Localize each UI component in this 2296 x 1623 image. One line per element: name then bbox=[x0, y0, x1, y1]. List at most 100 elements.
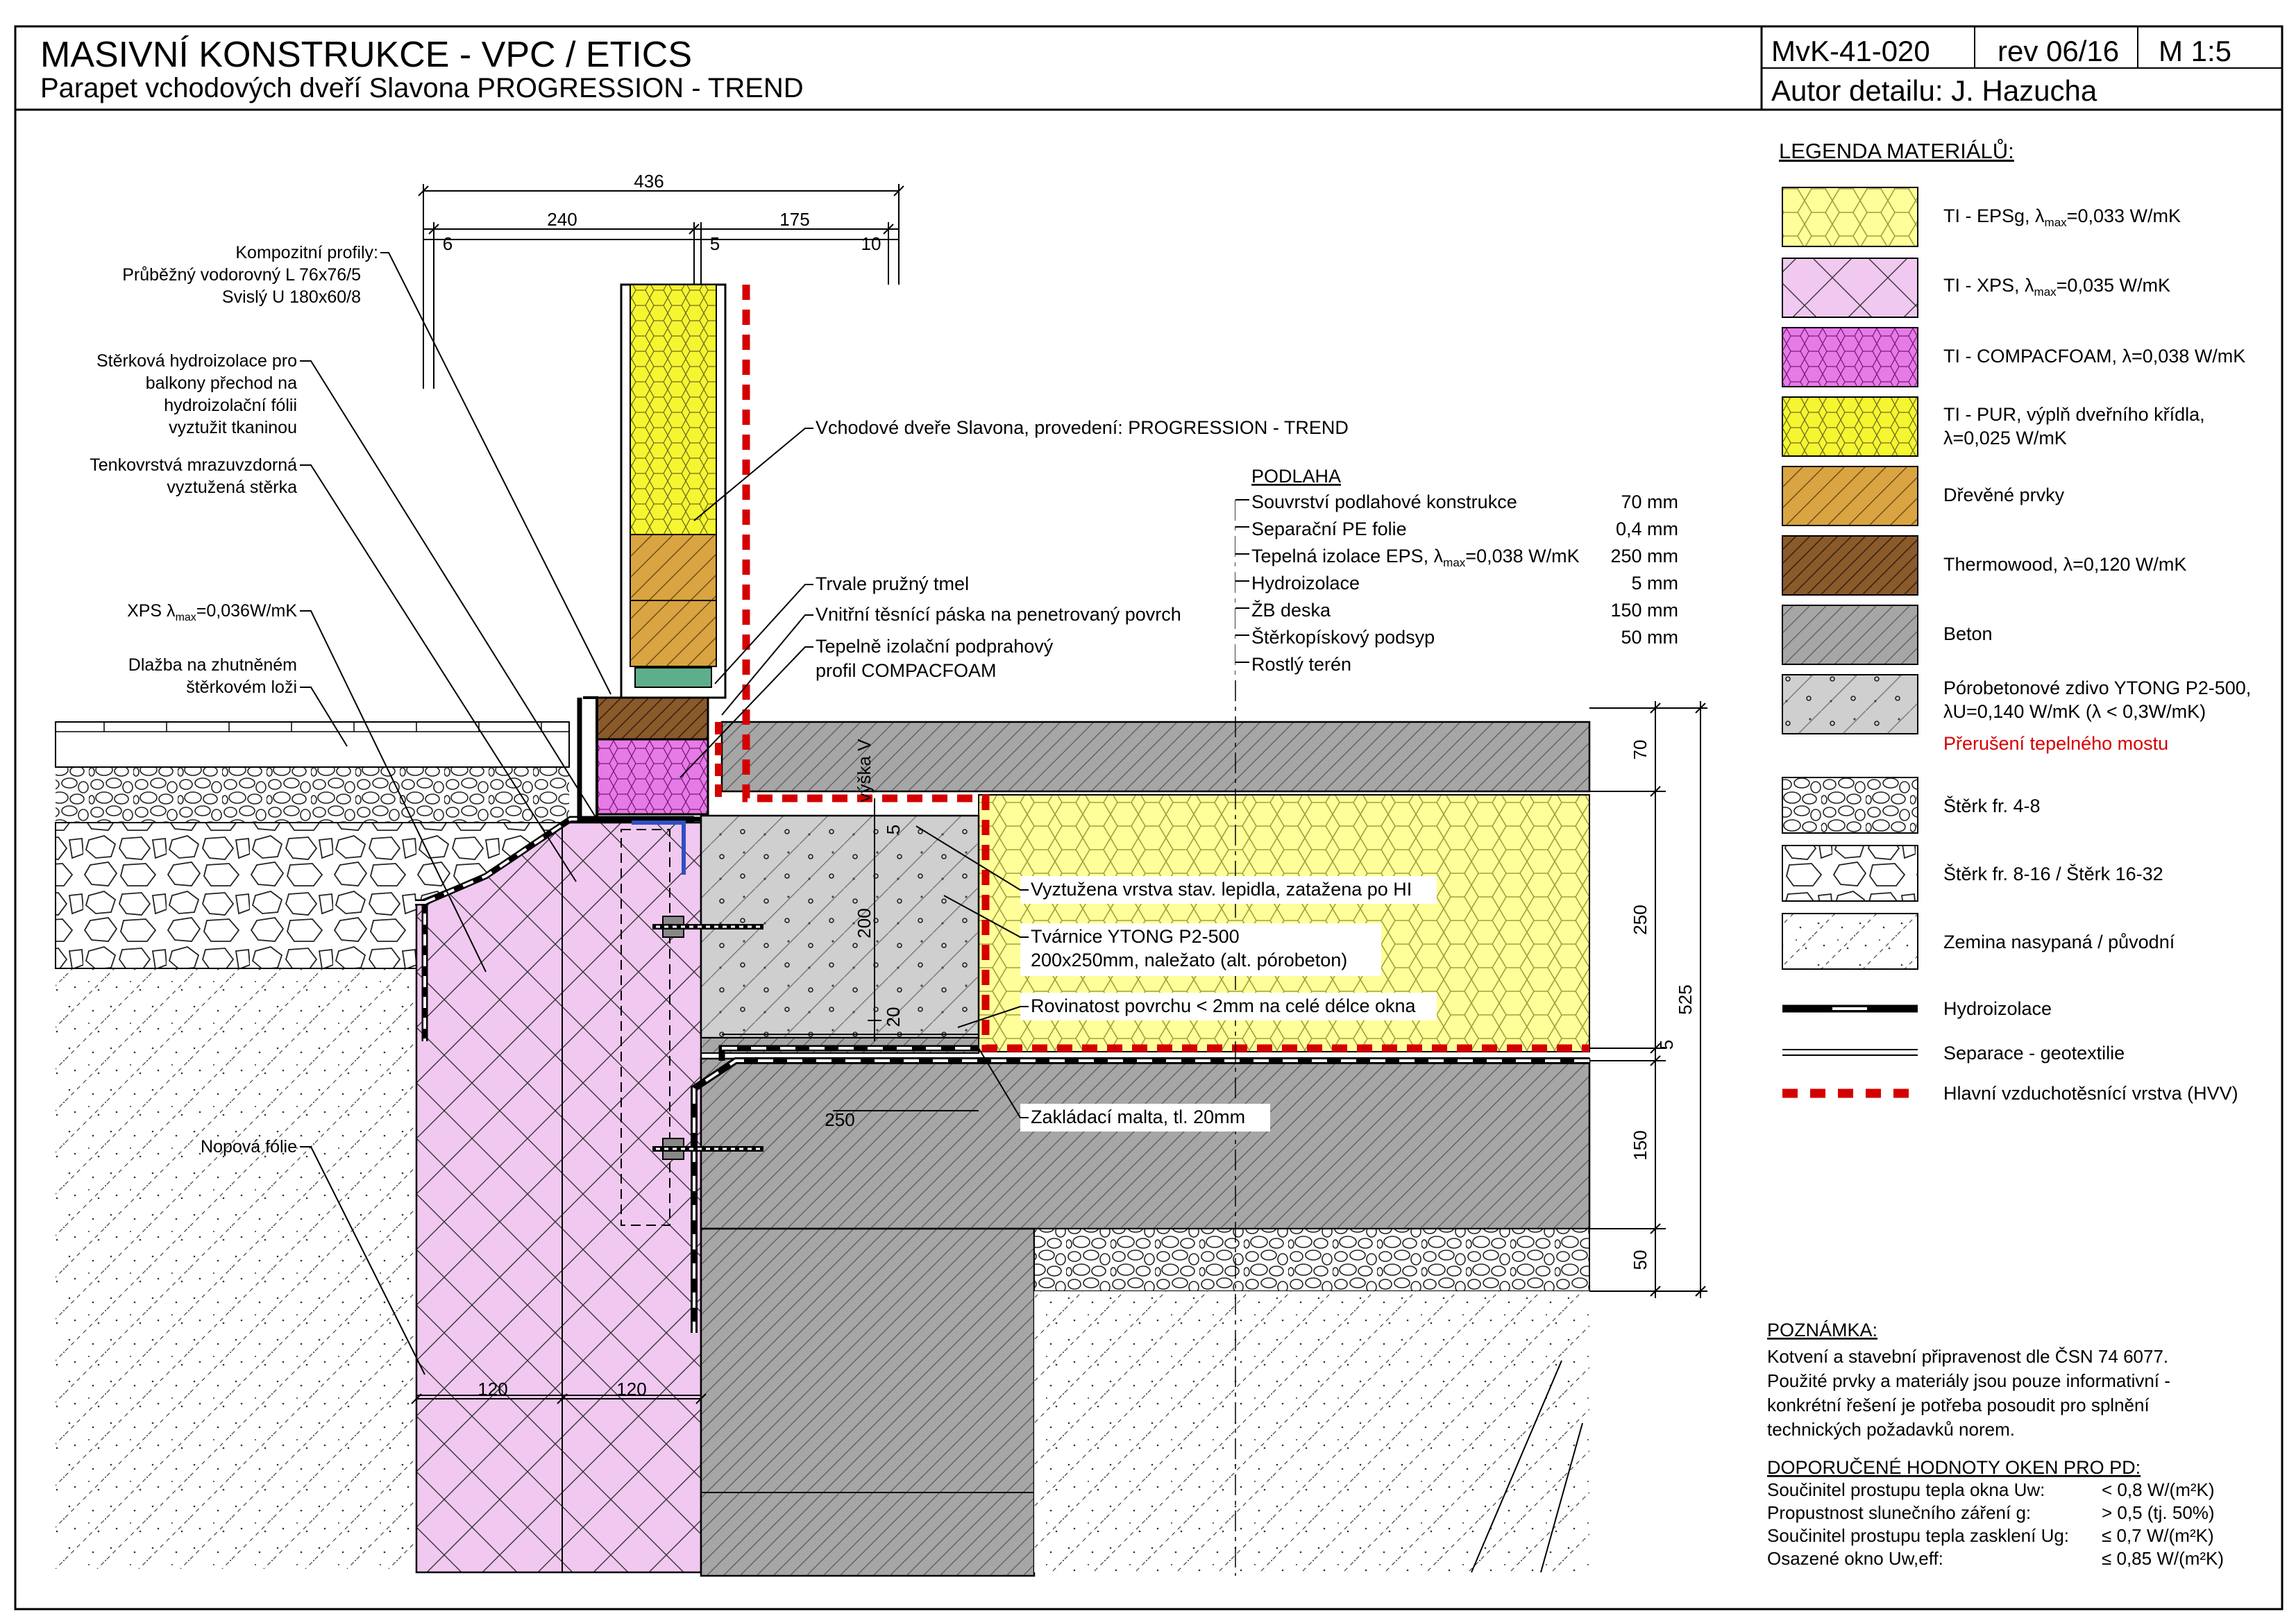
label-kompozit-2: Průběžný vodorovný L 76x76/5 bbox=[122, 265, 361, 285]
legend-title: LEGENDA MATERIÁLŮ: bbox=[1779, 138, 2014, 163]
legend-sterk816: Štěrk fr. 8-16 / Štěrk 16-32 bbox=[1943, 863, 2163, 884]
legend-hvv: Hlavní vzduchotěsnící vrstva (HVV) bbox=[1943, 1083, 2238, 1104]
legend: LEGENDA MATERIÁLŮ: TI - EPSg, λmax=0,033… bbox=[1779, 138, 2251, 1104]
dim-50: 50 bbox=[1630, 1250, 1651, 1270]
label-rovinatost: Rovinatost povrchu < 2mm na celé délce o… bbox=[1031, 995, 1417, 1016]
label-tmel: Trvale pružný tmel bbox=[816, 573, 969, 594]
label-kompozit-3: Svislý U 180x60/8 bbox=[222, 287, 361, 307]
sheet-subtitle: Parapet vchodových dveří Slavona PROGRES… bbox=[40, 73, 804, 103]
legend-ytong-note: Přerušení tepelného mostu bbox=[1943, 733, 2168, 754]
floor-row-2-value: 0,4 mm bbox=[1616, 519, 1678, 539]
floor-row-3-name: Tepelná izolace EPS, λmax=0,038 W/mK bbox=[1251, 546, 1580, 569]
scale: M 1:5 bbox=[2159, 35, 2231, 67]
label-sterkova-2: balkony přechod na bbox=[146, 373, 297, 393]
legend-pur-2: λ=0,025 W/mK bbox=[1943, 428, 2067, 448]
legend-ytong-1: Pórobetonové zdivo YTONG P2-500, bbox=[1943, 678, 2251, 698]
dim-120a: 120 bbox=[478, 1379, 507, 1399]
legend-hydro: Hydroizolace bbox=[1943, 998, 2052, 1019]
label-sterkova-3: hydroizolační fólii bbox=[164, 396, 297, 415]
swatch-compacfoam bbox=[1782, 327, 1918, 387]
rec-3-value: ≤ 0,7 W/(m²K) bbox=[2102, 1525, 2214, 1546]
label-nopova: Nopová fólie bbox=[201, 1137, 297, 1157]
soil-interior bbox=[1034, 1291, 1589, 1572]
label-profil-1: Tepelně izolační podprahový bbox=[816, 636, 1054, 657]
note-line-3: konkrétní řešení je potřeba posoudit pro… bbox=[1767, 1395, 2150, 1415]
label-malta: Zakládací malta, tl. 20mm bbox=[1031, 1107, 1245, 1127]
rc-slab bbox=[700, 1057, 1591, 1230]
label-vrstva: Vyztužena vrstva stav. lepidla, zatažena… bbox=[1031, 879, 1412, 900]
dim-200: 200 bbox=[854, 908, 875, 938]
dim-150: 150 bbox=[1630, 1130, 1651, 1160]
door-seal bbox=[634, 667, 712, 688]
compacfoam-profile bbox=[596, 738, 709, 816]
floor-row-6-value: 50 mm bbox=[1621, 627, 1678, 648]
foundation-wall bbox=[700, 1227, 1036, 1577]
dim-10: 10 bbox=[861, 233, 881, 254]
door-pur-fill bbox=[630, 284, 717, 535]
floor-row-5-name: ŽB deska bbox=[1251, 599, 1331, 621]
swatch-sterk816 bbox=[1782, 845, 1918, 902]
swatch-ytong bbox=[1782, 674, 1918, 734]
dim-250: 250 bbox=[1630, 905, 1651, 934]
dim-250b: 250 bbox=[825, 1109, 854, 1130]
soil-left bbox=[56, 968, 416, 1569]
rec-4-name: Osazené okno Uw,eff: bbox=[1767, 1548, 1943, 1569]
label-tenkovrstva-2: vyztužená stěrka bbox=[167, 478, 297, 497]
notes: POZNÁMKA: Kotvení a stavební připravenos… bbox=[1767, 1320, 2224, 1569]
rec-2-name: Propustnost slunečního záření g: bbox=[1767, 1502, 2031, 1523]
label-kompozit-1: Kompozitní profily: bbox=[235, 243, 378, 262]
legend-beton: Beton bbox=[1943, 623, 1993, 644]
rec-4-value: ≤ 0,85 W/(m²K) bbox=[2102, 1548, 2224, 1569]
legend-thermowood: Thermowood, λ=0,120 W/mK bbox=[1943, 554, 2186, 575]
dim-5: 5 bbox=[710, 233, 720, 254]
swatch-sterk48 bbox=[1782, 777, 1918, 834]
floor-row-1-name: Souvrství podlahové konstrukce bbox=[1251, 491, 1517, 512]
note-line-1: Kotvení a stavební připravenost dle ČSN … bbox=[1767, 1346, 2168, 1367]
recommended-title: DOPORUČENÉ HODNOTY OKEN PRO PD: bbox=[1767, 1456, 2141, 1478]
label-profil-2: profil COMPACFOAM bbox=[816, 660, 997, 681]
dim-5c: 5 bbox=[883, 825, 904, 834]
legend-zemina: Zemina nasypaná / původní bbox=[1943, 932, 2175, 952]
drawing-sheet: MASIVNÍ KONSTRUKCE - VPC / ETICS Parapet… bbox=[14, 25, 2284, 1611]
floor-row-7-name: Rostlý terén bbox=[1251, 654, 1351, 675]
swatch-xps bbox=[1782, 258, 1918, 318]
rec-2-value: > 0,5 (tj. 50%) bbox=[2102, 1502, 2215, 1523]
label-dlazba-2: štěrkovém loži bbox=[186, 678, 297, 697]
legend-compacfoam: TI - COMPACFOAM, λ=0,038 W/mK bbox=[1943, 346, 2245, 367]
legend-epsg: TI - EPSg, λmax=0,033 W/mK bbox=[1943, 205, 2181, 229]
floor-heading: PODLAHA bbox=[1251, 466, 1341, 487]
floor-row-5-value: 150 mm bbox=[1610, 600, 1678, 621]
floor-screed bbox=[720, 721, 1591, 793]
dim-175: 175 bbox=[779, 209, 809, 230]
swatch-epsg bbox=[1782, 187, 1918, 247]
author: Autor detailu: J. Hazucha bbox=[1771, 74, 2097, 107]
label-tvarnice-2: 200x250mm, naležato (alt. pórobeton) bbox=[1031, 950, 1347, 970]
paving-gravel-bed bbox=[56, 767, 569, 823]
swatch-separace bbox=[1782, 1049, 1918, 1056]
label-tvarnice-1: Tvárnice YTONG P2-500 bbox=[1031, 926, 1240, 947]
gravel-under-slab bbox=[1033, 1228, 1590, 1292]
paving-layer bbox=[55, 721, 570, 768]
floor-row-4-value: 5 mm bbox=[1632, 573, 1679, 594]
floor-row-3-value: 250 mm bbox=[1610, 546, 1678, 566]
legend-wood: Dřevěné prvky bbox=[1943, 485, 2065, 505]
dim-70: 70 bbox=[1630, 740, 1651, 760]
dim-6: 6 bbox=[443, 233, 453, 254]
dim-5b: 5 bbox=[1656, 1040, 1677, 1050]
dim-20: 20 bbox=[883, 1007, 904, 1027]
floor-row-6-name: Štěrkopískový podsyp bbox=[1251, 626, 1435, 648]
label-sterkova-1: Stěrková hydroizolace pro bbox=[96, 351, 297, 371]
label-dvere: Vchodové dveře Slavona, provedení: PROGR… bbox=[816, 417, 1349, 438]
label-tenkovrstva-1: Tenkovrstvá mrazuvzdorná bbox=[90, 455, 297, 475]
swatch-thermowood bbox=[1782, 535, 1918, 596]
legend-ytong-2: λU=0,140 W/mK (λ < 0,3W/mK) bbox=[1943, 701, 2206, 722]
swatch-zemina bbox=[1782, 913, 1918, 970]
note-line-2: Použité prvky a materiály jsou pouze inf… bbox=[1767, 1370, 2170, 1391]
note-title: POZNÁMKA: bbox=[1767, 1320, 1877, 1340]
dim-525: 525 bbox=[1675, 984, 1696, 1014]
label-paska: Vnitřní těsnící páska na penetrovaný pov… bbox=[816, 604, 1181, 625]
floor-composition: PODLAHA Souvrství podlahové konstrukce 7… bbox=[1235, 464, 1694, 679]
legend-sterk48: Štěrk fr. 4-8 bbox=[1943, 795, 2041, 816]
drawing-code: MvK-41-020 bbox=[1771, 35, 1930, 67]
note-line-4: technických požadavků norem. bbox=[1767, 1419, 2015, 1440]
